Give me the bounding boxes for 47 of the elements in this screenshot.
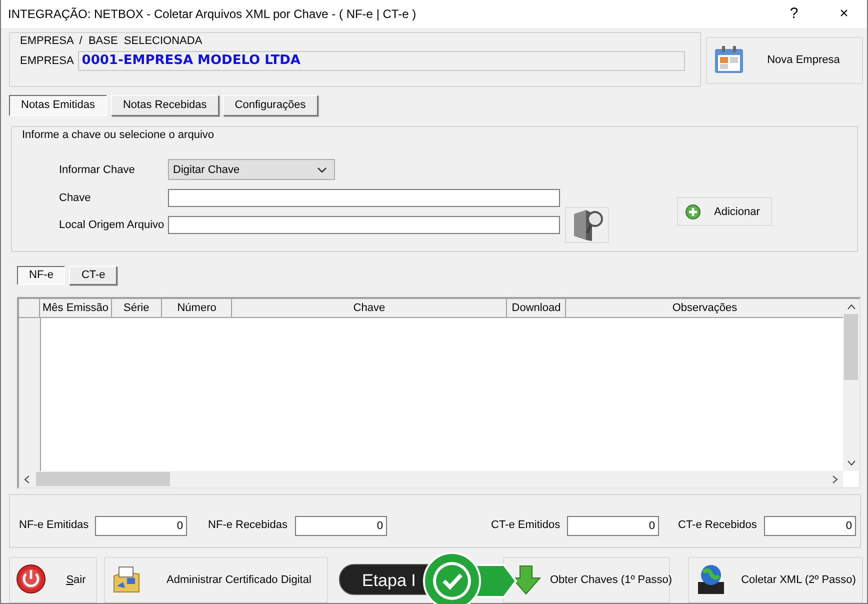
action-button[interactable]: Coletar XML (2º Passo) — [688, 557, 863, 603]
column-header[interactable]: Download — [507, 299, 566, 318]
scroll-left-icon — [24, 474, 30, 484]
tab[interactable]: Configurações — [222, 94, 318, 116]
vertical-scrollbar[interactable] — [843, 299, 859, 472]
empresa-label: EMPRESA — [20, 54, 74, 70]
exit-button[interactable]: Sair — [9, 557, 97, 603]
horizontal-scrollbar[interactable] — [19, 471, 843, 488]
action-button[interactable]: Obter Chaves (1º Passo) — [503, 557, 670, 603]
text-field[interactable] — [168, 216, 560, 234]
tab[interactable]: Notas Emitidas — [9, 94, 107, 116]
scroll-up-icon — [846, 304, 856, 310]
column-header[interactable]: Mês Emissão — [40, 299, 112, 318]
counter-label: NF-e Emitidas — [19, 518, 90, 534]
field-label: Local Origem Arquivo — [59, 218, 166, 234]
counter-label: NF-e Recebidas — [208, 518, 288, 534]
tab[interactable]: NF-e — [17, 266, 66, 286]
tab[interactable]: Notas Recebidas — [110, 94, 219, 116]
column-header[interactable]: Chave — [232, 299, 508, 318]
help-button[interactable]: ? — [771, 2, 817, 26]
counter-label: CT-e Recebidos — [678, 518, 758, 534]
scroll-down-icon — [846, 460, 856, 466]
field-label: Chave — [59, 191, 92, 206]
column-header[interactable]: Observações — [566, 299, 843, 318]
counter-field[interactable]: 0 — [567, 516, 659, 536]
text-field[interactable] — [168, 189, 560, 208]
chevron-down-icon — [317, 166, 327, 173]
action-button[interactable]: Administrar Certificado Digital — [104, 557, 328, 603]
counter-label: CT-e Emitidos — [491, 518, 562, 534]
scroll-right-icon — [832, 474, 838, 484]
counter-field[interactable]: 0 — [95, 516, 187, 536]
company-field: 0001-EMPRESA MODELO LTDA — [78, 51, 685, 72]
field-label: Informar Chave — [59, 162, 136, 178]
power-icon — [16, 564, 48, 596]
nova-empresa-button[interactable]: Nova Empresa — [706, 36, 863, 84]
counter-field[interactable]: 0 — [764, 516, 856, 536]
column-header[interactable]: Número — [162, 299, 232, 318]
check-badge-icon — [422, 551, 518, 604]
tab[interactable]: CT-e — [69, 266, 118, 286]
plus-circle-icon — [685, 204, 701, 220]
folder-search-button[interactable] — [565, 207, 609, 244]
key-mode-dropdown[interactable]: Digitar Chave — [168, 159, 335, 180]
counter-field[interactable]: 0 — [295, 516, 387, 536]
add-button[interactable]: Adicionar — [677, 197, 772, 226]
column-header[interactable]: Série — [112, 299, 162, 318]
close-button[interactable]: × — [821, 2, 867, 26]
window-title: INTEGRAÇÃO: NETBOX - Coletar Arquivos XML por Chave - ( NF-e | CT-e ) — [8, 6, 418, 23]
